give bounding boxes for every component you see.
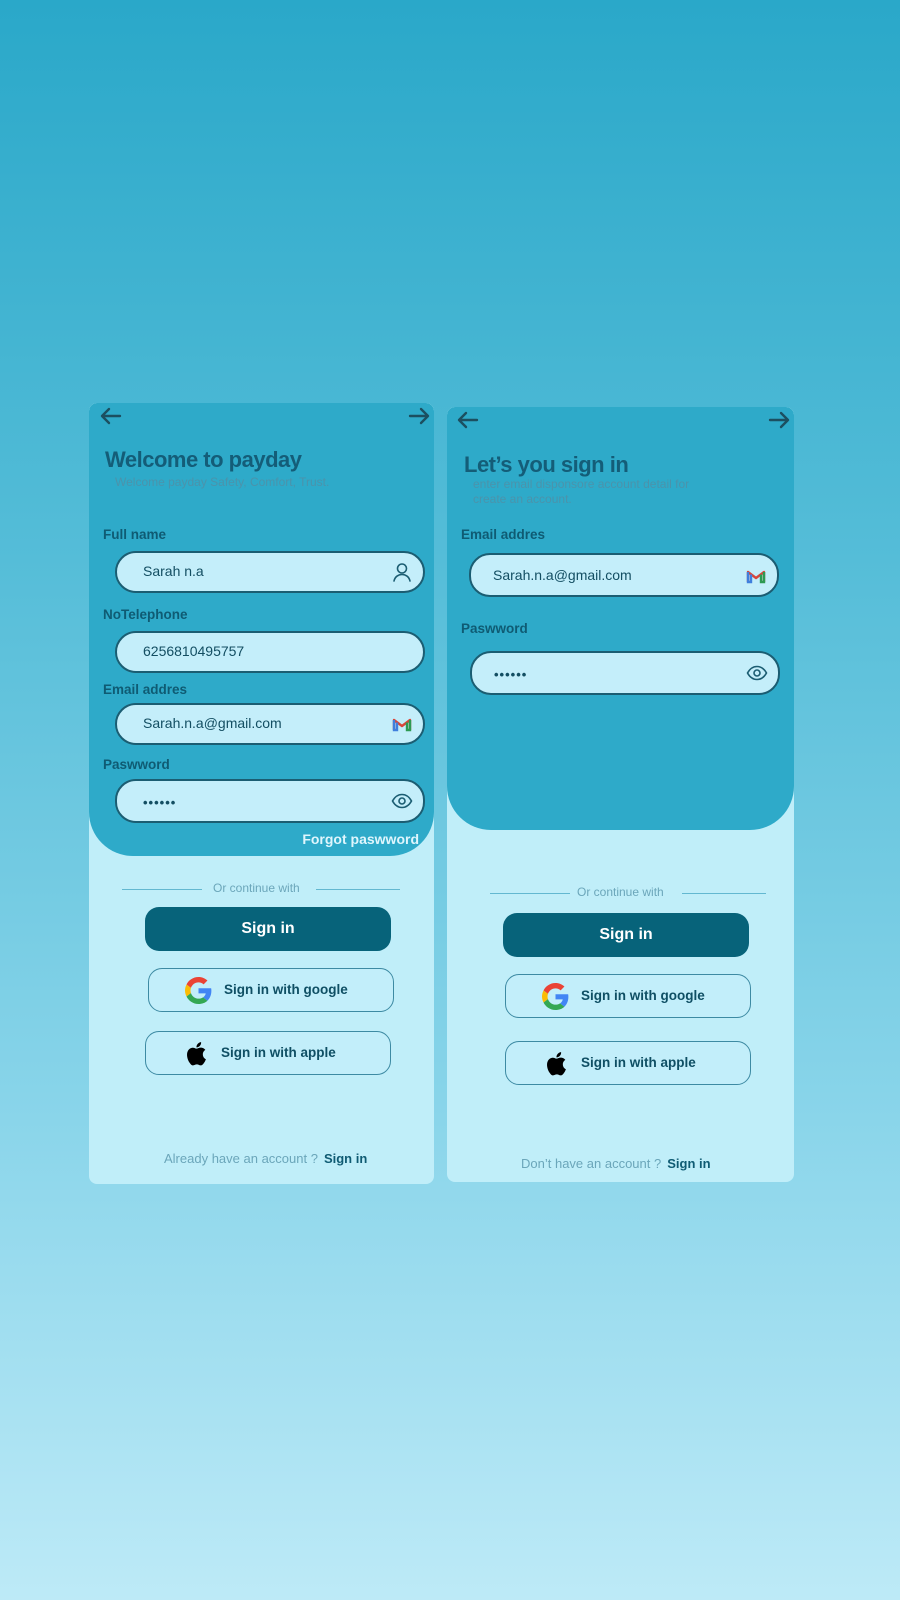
signin-screen: Let’s you sign in enter email disponsore… bbox=[447, 407, 794, 1182]
back-arrow-icon[interactable] bbox=[455, 409, 481, 431]
fullname-field[interactable]: Sarah n.a bbox=[115, 551, 425, 593]
email-field[interactable]: Sarah.n.a@gmail.com bbox=[115, 703, 425, 745]
sign-in-button[interactable]: Sign in bbox=[503, 913, 749, 957]
phone-value: 6256810495757 bbox=[143, 643, 245, 659]
google-sign-in-button[interactable]: Sign in with google bbox=[148, 968, 394, 1012]
password-field[interactable]: •••••• bbox=[470, 651, 780, 695]
eye-icon[interactable] bbox=[391, 791, 413, 811]
phone-label: NoTelephone bbox=[103, 607, 188, 622]
signup-screen: Welcome to payday Welcome payday Safety,… bbox=[89, 403, 434, 1184]
fullname-value: Sarah n.a bbox=[143, 563, 204, 579]
apple-icon bbox=[542, 1050, 569, 1077]
password-label: Paswword bbox=[103, 757, 170, 772]
signup-header-panel: Welcome to payday Welcome payday Safety,… bbox=[89, 403, 434, 856]
google-icon bbox=[185, 977, 212, 1004]
divider-line-right bbox=[682, 893, 766, 894]
or-continue-divider: Or continue with bbox=[122, 880, 400, 898]
footer-text: Don’t have an account ? bbox=[521, 1156, 662, 1171]
apple-icon bbox=[182, 1040, 209, 1067]
fullname-label: Full name bbox=[103, 527, 167, 542]
email-label: Email addres bbox=[103, 682, 188, 697]
footer-sign-in-link[interactable]: Sign in bbox=[667, 1156, 710, 1171]
eye-icon[interactable] bbox=[746, 663, 768, 683]
divider-text: Or continue with bbox=[213, 881, 300, 895]
page-subtitle: Welcome payday Safety, Comfort, Trust. bbox=[115, 475, 330, 489]
footer-prompt: Don’t have an account ? Sign in bbox=[521, 1156, 711, 1171]
divider-line-left bbox=[122, 889, 202, 890]
page-subtitle: enter email disponsore account detail fo… bbox=[473, 477, 689, 507]
google-button-label: Sign in with google bbox=[224, 982, 348, 997]
or-continue-divider: Or continue with bbox=[490, 884, 766, 902]
apple-sign-in-button[interactable]: Sign in with apple bbox=[145, 1031, 391, 1075]
password-value: •••••• bbox=[143, 795, 177, 810]
forward-arrow-icon[interactable] bbox=[406, 405, 432, 427]
forgot-password-link[interactable]: Forgot paswword bbox=[302, 831, 419, 847]
footer-prompt: Already have an account ? Sign in bbox=[164, 1151, 367, 1166]
subtitle-line-2: create an account. bbox=[473, 492, 572, 506]
email-value: Sarah.n.a@gmail.com bbox=[143, 715, 282, 731]
divider-line-right bbox=[316, 889, 400, 890]
gmail-icon bbox=[745, 566, 767, 586]
gmail-icon bbox=[391, 714, 413, 734]
signin-header-panel: Let’s you sign in enter email disponsore… bbox=[447, 407, 794, 830]
page-title: Welcome to payday bbox=[105, 447, 302, 472]
page-title: Let’s you sign in bbox=[464, 452, 629, 477]
email-label: Email addres bbox=[461, 527, 546, 542]
subtitle-line-1: enter email disponsore account detail fo… bbox=[473, 477, 690, 491]
password-value: •••••• bbox=[494, 667, 528, 682]
google-icon bbox=[542, 983, 569, 1010]
password-label: Paswword bbox=[461, 621, 528, 636]
email-field[interactable]: Sarah.n.a@gmail.com bbox=[469, 553, 779, 597]
apple-button-label: Sign in with apple bbox=[581, 1055, 696, 1070]
apple-sign-in-button[interactable]: Sign in with apple bbox=[505, 1041, 751, 1085]
phone-field[interactable]: 6256810495757 bbox=[115, 631, 425, 673]
email-value: Sarah.n.a@gmail.com bbox=[493, 567, 632, 583]
sign-in-button[interactable]: Sign in bbox=[145, 907, 391, 951]
forward-arrow-icon[interactable] bbox=[766, 409, 792, 431]
footer-sign-in-link[interactable]: Sign in bbox=[324, 1151, 367, 1166]
divider-text: Or continue with bbox=[577, 885, 664, 899]
password-field[interactable]: •••••• bbox=[115, 779, 425, 823]
google-button-label: Sign in with google bbox=[581, 988, 705, 1003]
divider-line-left bbox=[490, 893, 570, 894]
user-icon bbox=[391, 562, 413, 582]
google-sign-in-button[interactable]: Sign in with google bbox=[505, 974, 751, 1018]
back-arrow-icon[interactable] bbox=[98, 405, 124, 427]
apple-button-label: Sign in with apple bbox=[221, 1045, 336, 1060]
footer-text: Already have an account ? bbox=[164, 1151, 318, 1166]
